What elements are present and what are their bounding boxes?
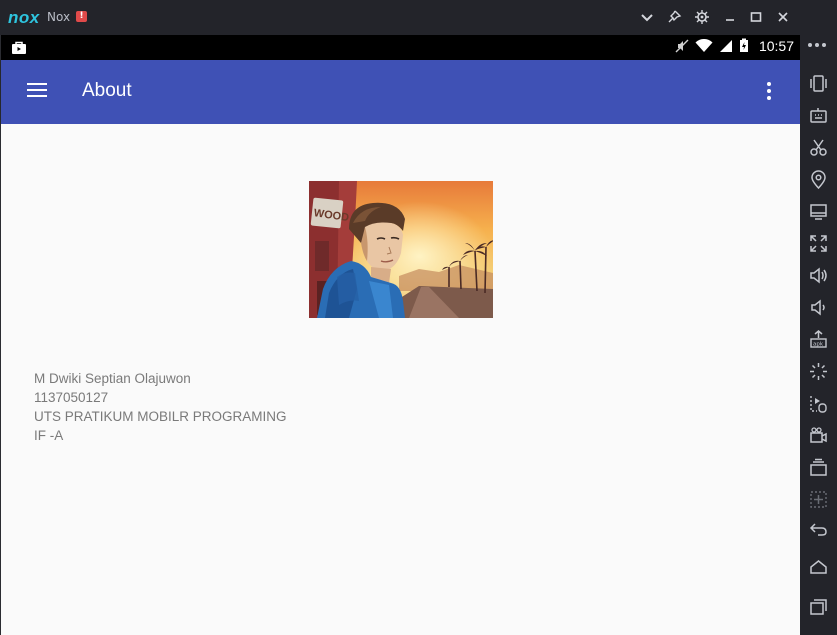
keyboard-icon[interactable]: [808, 105, 829, 126]
status-bar: 10:57: [1, 35, 801, 60]
pin-icon[interactable]: [665, 8, 683, 26]
svg-text:apk: apk: [813, 342, 824, 348]
scissors-icon[interactable]: [808, 137, 829, 158]
loading-icon[interactable]: [808, 361, 829, 382]
window-title: Nox: [47, 10, 71, 24]
window-title-bar: nox Nox !: [0, 0, 837, 35]
shake-icon[interactable]: [808, 73, 829, 94]
alert-badge[interactable]: !: [76, 11, 87, 22]
close-icon[interactable]: [774, 8, 792, 26]
profile-info: M Dwiki Septian Olajuwon 1137050127 UTS …: [34, 369, 287, 445]
signal-icon: [719, 38, 733, 57]
profile-name: M Dwiki Septian Olajuwon: [34, 371, 191, 386]
profile-student-id: 1137050127: [34, 390, 109, 405]
app-bar: About: [1, 60, 801, 124]
overflow-menu-icon[interactable]: [761, 82, 777, 104]
nox-side-toolbar: apk: [800, 35, 837, 635]
maximize-icon[interactable]: [747, 8, 765, 26]
fullscreen-icon[interactable]: [808, 233, 829, 254]
macro-icon[interactable]: [808, 393, 829, 414]
profile-class: IF -A: [34, 428, 64, 443]
minimize-icon[interactable]: [721, 8, 739, 26]
screen-icon[interactable]: [808, 201, 829, 222]
profile-course: UTS PRATIKUM MOBILR PROGRAMING: [34, 409, 287, 424]
profile-photo: WOOD: [309, 181, 493, 318]
video-icon[interactable]: [808, 425, 829, 446]
status-time: 10:57: [758, 38, 794, 54]
menu-icon[interactable]: [27, 83, 47, 99]
apk-icon[interactable]: apk: [808, 329, 829, 350]
add-icon[interactable]: [808, 489, 829, 510]
mute-icon: [675, 38, 689, 57]
page-title: About: [82, 80, 132, 101]
wifi-icon: [695, 38, 713, 57]
volume-up-icon[interactable]: [808, 265, 829, 286]
store-notification-icon: [11, 40, 27, 54]
recents-icon[interactable]: [808, 596, 829, 617]
location-icon[interactable]: [808, 169, 829, 190]
nox-logo: nox: [8, 8, 40, 27]
gear-icon[interactable]: [693, 8, 711, 26]
multi-instance-icon[interactable]: [808, 457, 829, 478]
volume-down-icon[interactable]: [808, 297, 829, 318]
home-icon[interactable]: [808, 557, 829, 578]
back-icon[interactable]: [808, 519, 829, 540]
chevron-down-icon[interactable]: [638, 8, 656, 26]
about-content: WOOD M Dwiki Septian Olajuwon 1137050127…: [1, 124, 801, 635]
android-screen: 10:57 About WOOD M Dwiki Septian Olajuwo…: [0, 35, 801, 635]
more-icon[interactable]: [808, 43, 830, 51]
battery-icon: [739, 38, 749, 57]
